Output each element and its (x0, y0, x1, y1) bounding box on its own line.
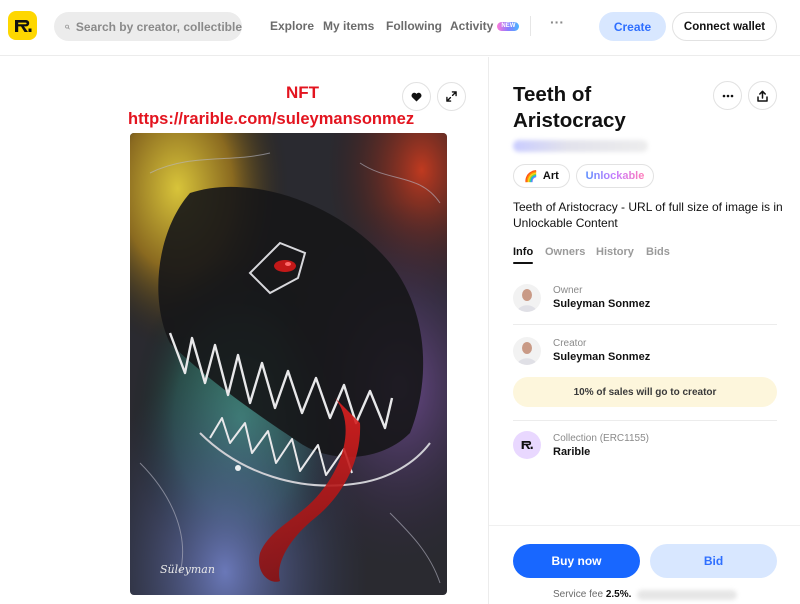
expand-icon (446, 91, 457, 102)
search-input[interactable]: Search by creator, collectible (54, 12, 242, 41)
rarible-collection-icon (521, 441, 533, 449)
owner-avatar[interactable] (513, 284, 541, 312)
creator-avatar-image (513, 337, 541, 365)
creator-label: Creator (553, 338, 587, 349)
share-button[interactable] (748, 81, 777, 110)
collection-name[interactable]: Rarible (553, 446, 590, 458)
service-fee-text: Service fee 2.5%. (553, 589, 631, 600)
connect-wallet-button[interactable]: Connect wallet (672, 12, 777, 41)
new-badge: NEW (497, 22, 520, 32)
tab-info[interactable]: Info (513, 246, 533, 258)
tab-bids[interactable]: Bids (646, 246, 670, 258)
rarible-logo[interactable] (8, 11, 37, 40)
owner-name[interactable]: Suleyman Sonmez (553, 298, 650, 310)
nav-explore[interactable]: Explore (270, 19, 314, 33)
owner-avatar-image (513, 284, 541, 312)
nav-following[interactable]: Following (386, 19, 442, 33)
royalty-notice: 10% of sales will go to creator (513, 377, 777, 407)
nav-activity-label: Activity (450, 19, 494, 33)
nav-my-items[interactable]: My items (323, 19, 374, 33)
owner-divider (513, 324, 777, 325)
tab-active-indicator (513, 262, 533, 264)
share-icon (757, 90, 768, 102)
tag-art[interactable]: 🌈 Art (513, 164, 570, 188)
more-horizontal-icon (722, 94, 733, 97)
blurred-fee-amount (637, 590, 737, 600)
nav-activity[interactable]: Activity NEW (450, 19, 520, 33)
tag-unlockable-label: Unlockable (585, 170, 645, 182)
tag-unlockable[interactable]: Unlockable (576, 164, 654, 188)
item-more-button[interactable] (713, 81, 742, 110)
artwork-illustration: Süleyman (130, 133, 447, 595)
like-button[interactable] (402, 82, 431, 111)
service-fee-value: 2.5%. (605, 589, 632, 600)
creator-avatar[interactable] (513, 337, 541, 365)
tag-art-label: Art (542, 170, 559, 182)
create-button[interactable]: Create (599, 12, 666, 41)
bid-button[interactable]: Bid (650, 544, 777, 578)
fullscreen-button[interactable] (437, 82, 466, 111)
url-overlay-label: https://rarible.com/suleymansonmez (128, 110, 415, 128)
search-placeholder: Search by creator, collectible (75, 19, 242, 34)
item-title: Teeth of Aristocracy (513, 83, 626, 132)
collection-label: Collection (ERC1155) (553, 433, 649, 444)
item-description: Teeth of Aristocracy - URL of full size … (513, 200, 783, 230)
tab-history[interactable]: History (596, 246, 634, 258)
nft-overlay-label: NFT (286, 83, 320, 102)
collection-avatar[interactable] (513, 431, 541, 459)
rarible-logo-icon (14, 19, 31, 32)
top-header: Search by creator, collectible Explore M… (0, 0, 800, 56)
owner-label: Owner (553, 285, 583, 296)
service-fee-prefix: Service fee (553, 589, 604, 600)
buy-now-button[interactable]: Buy now (513, 544, 640, 578)
header-divider (530, 16, 531, 36)
search-icon (65, 24, 70, 29)
artwork-signature: Süleyman (160, 563, 215, 576)
artwork-image[interactable]: Süleyman (130, 133, 447, 595)
creator-name[interactable]: Suleyman Sonmez (553, 351, 650, 363)
royalty-divider (513, 420, 777, 421)
tab-owners[interactable]: Owners (545, 246, 585, 258)
more-menu-button[interactable]: ··· (550, 14, 564, 30)
heart-icon (411, 92, 422, 102)
rainbow-icon: 🌈 (524, 170, 538, 183)
blurred-owner-line (513, 140, 648, 152)
